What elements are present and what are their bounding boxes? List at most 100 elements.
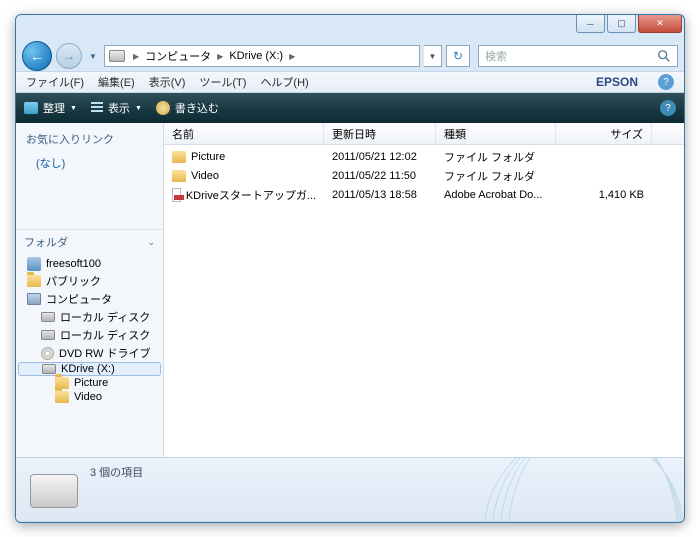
tree-item[interactable]: freesoft100 bbox=[16, 256, 163, 272]
menu-tool[interactable]: ツール(T) bbox=[199, 74, 246, 90]
help-icon[interactable]: ? bbox=[658, 74, 674, 90]
status-text: 3 個の項目 bbox=[90, 464, 143, 480]
cell-date: 2011/05/22 11:50 bbox=[324, 170, 436, 182]
tree-item-label: Picture bbox=[74, 377, 108, 389]
favorites-none-link[interactable]: (なし) bbox=[16, 151, 163, 175]
search-input[interactable]: 検索 bbox=[478, 45, 678, 67]
computer-icon bbox=[27, 293, 41, 305]
menu-help[interactable]: ヘルプ(H) bbox=[260, 74, 308, 90]
organize-label: 整理 bbox=[43, 100, 65, 116]
search-placeholder: 検索 bbox=[485, 48, 507, 64]
tree-item-label: パブリック bbox=[46, 273, 101, 289]
breadcrumb-drive[interactable]: KDrive (X:) bbox=[225, 50, 287, 62]
tree-item-label: Video bbox=[74, 391, 102, 403]
column-type[interactable]: 種類 bbox=[436, 123, 556, 144]
tree-item[interactable]: ローカル ディスク bbox=[16, 308, 163, 326]
tree-item-label: DVD RW ドライブ bbox=[59, 345, 150, 361]
breadcrumb-sep-icon: ▶ bbox=[215, 52, 225, 61]
tree-item[interactable]: Video bbox=[16, 390, 163, 404]
organize-button[interactable]: 整理 ▼ bbox=[24, 100, 77, 116]
refresh-button[interactable]: ↻ bbox=[446, 45, 470, 67]
chevron-down-icon: ⌄ bbox=[147, 237, 155, 248]
list-row[interactable]: Video 2011/05/22 11:50ファイル フォルダ bbox=[164, 166, 684, 185]
tree-item[interactable]: Picture bbox=[16, 376, 163, 390]
burn-label: 書き込む bbox=[175, 100, 219, 116]
folder-header-label: フォルダ bbox=[24, 234, 68, 250]
nav-history-dropdown[interactable]: ▼ bbox=[86, 47, 100, 65]
close-button[interactable]: ✕ bbox=[638, 15, 682, 33]
tree-item-label: KDrive (X:) bbox=[61, 363, 115, 375]
list-row[interactable]: Picture 2011/05/21 12:02ファイル フォルダ bbox=[164, 147, 684, 166]
menubar: ファイル(F) 編集(E) 表示(V) ツール(T) ヘルプ(H) EPSON … bbox=[16, 71, 684, 93]
tree-item-label: freesoft100 bbox=[46, 258, 101, 270]
cell-size: 1,410 KB bbox=[556, 189, 652, 201]
titlebar: ─ ▢ ✕ bbox=[16, 15, 684, 41]
views-label: 表示 bbox=[108, 100, 130, 116]
toolbar-help-icon[interactable]: ? bbox=[660, 100, 676, 116]
tree-item-label: ローカル ディスク bbox=[60, 327, 150, 343]
dvd-icon bbox=[41, 347, 54, 360]
sidebar: お気に入りリンク (なし) フォルダ ⌄ freesoft100パブリックコンピ… bbox=[16, 123, 164, 457]
brand-label: EPSON bbox=[596, 75, 638, 89]
maximize-button[interactable]: ▢ bbox=[607, 15, 636, 33]
folder-icon bbox=[172, 151, 186, 163]
list-row[interactable]: KDriveスタートアップガ...2011/05/13 18:58Adobe A… bbox=[164, 185, 684, 204]
chevron-down-icon: ▼ bbox=[135, 105, 142, 112]
desktop-icon bbox=[27, 257, 41, 271]
explorer-window: ─ ▢ ✕ ← → ▼ ▶ コンピュータ ▶ KDrive (X:) ▶ ▼ ↻… bbox=[15, 14, 685, 523]
folder-icon bbox=[55, 391, 69, 403]
menu-view[interactable]: 表示(V) bbox=[149, 74, 186, 90]
address-dropdown[interactable]: ▼ bbox=[424, 45, 442, 67]
burn-button[interactable]: 書き込む bbox=[156, 100, 219, 116]
drive-preview-icon bbox=[30, 474, 78, 508]
chevron-down-icon: ▼ bbox=[70, 105, 77, 112]
cell-type: ファイル フォルダ bbox=[436, 168, 556, 184]
breadcrumb-computer[interactable]: コンピュータ bbox=[141, 48, 215, 64]
burn-icon bbox=[156, 101, 170, 115]
folder-icon bbox=[172, 170, 186, 182]
file-name: Video bbox=[191, 170, 219, 182]
column-date[interactable]: 更新日時 bbox=[324, 123, 436, 144]
body-area: お気に入りリンク (なし) フォルダ ⌄ freesoft100パブリックコンピ… bbox=[16, 123, 684, 457]
cell-name: KDriveスタートアップガ... bbox=[164, 187, 324, 203]
cell-type: ファイル フォルダ bbox=[436, 149, 556, 165]
views-icon bbox=[91, 102, 103, 114]
list-rows: Picture 2011/05/21 12:02ファイル フォルダ Video 201… bbox=[164, 145, 684, 204]
forward-button[interactable]: → bbox=[56, 43, 82, 69]
tree-item[interactable]: ローカル ディスク bbox=[16, 326, 163, 344]
folder-tree-header[interactable]: フォルダ ⌄ bbox=[16, 229, 163, 254]
folder-tree: freesoft100 パブリックコンピュータローカル ディスクローカル ディスク… bbox=[16, 254, 163, 406]
tree-item[interactable]: KDrive (X:) bbox=[18, 362, 161, 376]
file-list: 名前 更新日時 種類 サイズ Picture 2011/05/21 12:02ファ… bbox=[164, 123, 684, 457]
minimize-button[interactable]: ─ bbox=[576, 15, 605, 33]
tree-item[interactable]: コンピュータ bbox=[16, 290, 163, 308]
cell-name: Picture bbox=[164, 151, 324, 163]
column-name[interactable]: 名前 bbox=[164, 123, 324, 144]
navbar: ← → ▼ ▶ コンピュータ ▶ KDrive (X:) ▶ ▼ ↻ 検索 bbox=[16, 41, 684, 71]
cell-date: 2011/05/21 12:02 bbox=[324, 151, 436, 163]
address-bar[interactable]: ▶ コンピュータ ▶ KDrive (X:) ▶ bbox=[104, 45, 420, 67]
tree-item-label: ローカル ディスク bbox=[60, 309, 150, 325]
file-name: KDriveスタートアップガ... bbox=[186, 187, 316, 203]
organize-icon bbox=[24, 102, 38, 114]
command-bar: 整理 ▼ 表示 ▼ 書き込む ? bbox=[16, 93, 684, 123]
tree-item[interactable]: パブリック bbox=[16, 272, 163, 290]
drive-icon bbox=[42, 364, 56, 374]
list-header: 名前 更新日時 種類 サイズ bbox=[164, 123, 684, 145]
column-size[interactable]: サイズ bbox=[556, 123, 652, 144]
back-button[interactable]: ← bbox=[22, 41, 52, 71]
tree-item[interactable]: DVD RW ドライブ bbox=[16, 344, 163, 362]
cell-name: Video bbox=[164, 170, 324, 182]
pdf-icon bbox=[172, 188, 181, 202]
menu-file[interactable]: ファイル(F) bbox=[26, 74, 84, 90]
views-button[interactable]: 表示 ▼ bbox=[91, 100, 142, 116]
menu-edit[interactable]: 編集(E) bbox=[98, 74, 135, 90]
decorative-swoosh bbox=[484, 457, 684, 521]
tree-item-label: コンピュータ bbox=[46, 291, 112, 307]
folder-icon bbox=[27, 275, 41, 287]
file-name: Picture bbox=[191, 151, 225, 163]
breadcrumb-sep-icon: ▶ bbox=[131, 52, 141, 61]
spacer bbox=[16, 175, 163, 229]
drive-icon bbox=[109, 50, 125, 62]
search-icon bbox=[657, 49, 671, 63]
